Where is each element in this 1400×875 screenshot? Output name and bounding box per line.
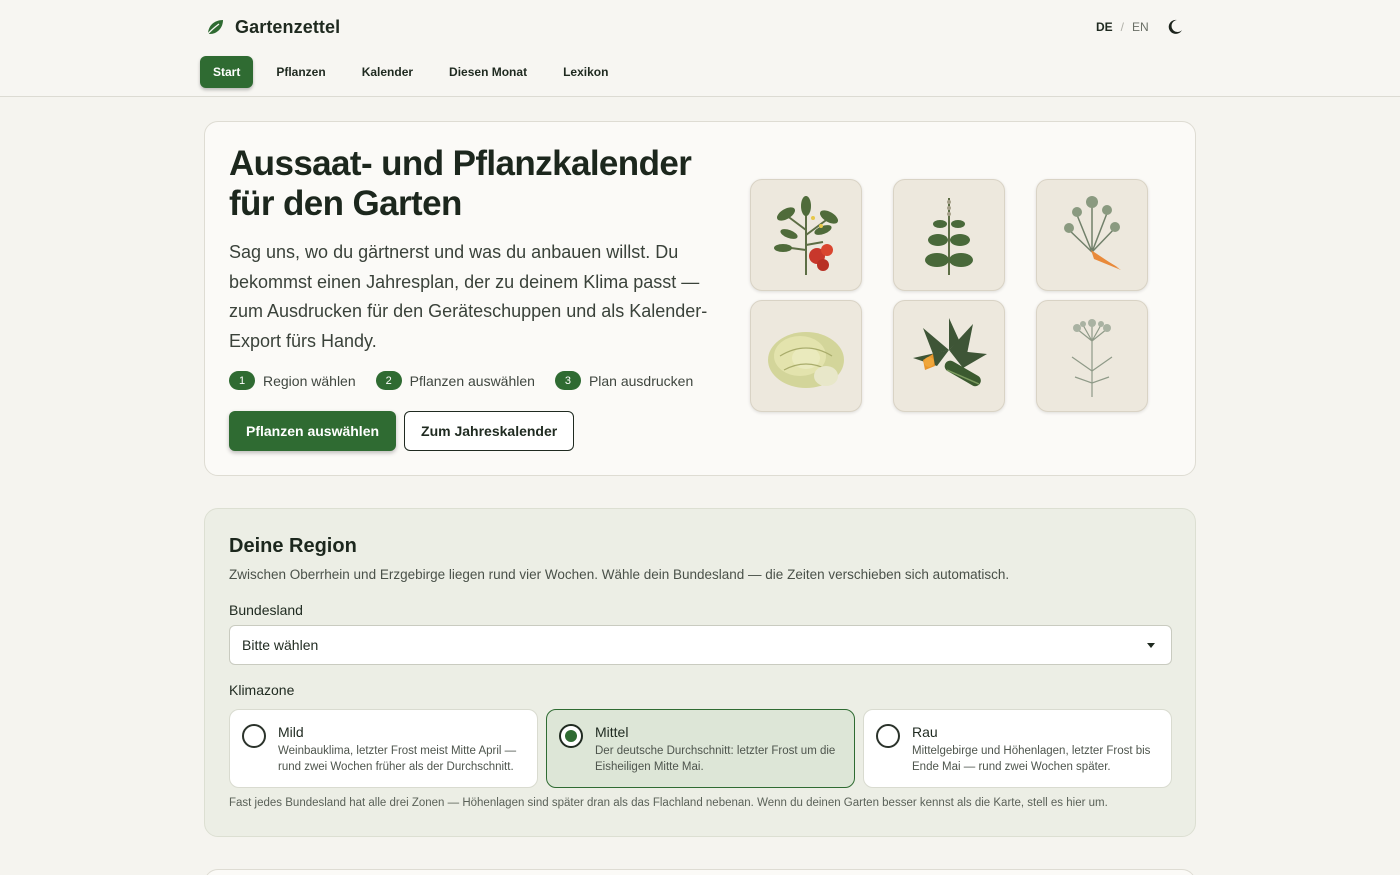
top-bar: Gartenzettel DE / EN Start Pflanzen Kale…: [0, 0, 1400, 97]
zone-option-mild[interactable]: Mild Weinbauklima, letzter Frost meist M…: [229, 709, 538, 788]
carrot-illustration: [1036, 179, 1148, 291]
zone-description: Mittelgebirge und Höhenlagen, letzter Fr…: [912, 745, 1151, 773]
step-number: 2: [375, 371, 402, 390]
zone-option-rau[interactable]: Rau Mittelgebirge und Höhenlagen, letzte…: [863, 709, 1172, 788]
lettuce-illustration: [750, 300, 862, 412]
nav-diesen-monat[interactable]: Diesen Monat: [436, 56, 540, 88]
basil-illustration: [893, 179, 1005, 291]
zucchini-plant-icon: [913, 318, 987, 387]
state-select[interactable]: Bitte wählen: [229, 625, 1172, 665]
zone-option-mittel[interactable]: Mittel Der deutsche Durchschnitt: letzte…: [546, 709, 855, 788]
carrot-plant-icon: [1064, 196, 1121, 270]
chevron-down-icon: [1147, 643, 1155, 648]
region-description: Zwischen Oberrhein und Erzgebirge liegen…: [229, 567, 1010, 582]
lang-separator: /: [1120, 20, 1125, 34]
leaf-icon: [206, 20, 223, 36]
brand-name: Gartenzettel: [235, 16, 341, 37]
dill-plant-icon: [1071, 319, 1113, 397]
year-calendar-button[interactable]: Zum Jahreskalender: [404, 411, 575, 451]
tomato-plant-icon: [774, 196, 839, 275]
radio-button-selected[interactable]: [559, 724, 583, 748]
zone-description: Weinbauklima, letzter Frost meist Mitte …: [278, 745, 517, 773]
basil-plant-icon: [925, 198, 973, 275]
step-2: 2 Pflanzen auswählen: [375, 371, 535, 390]
zone-title: Mittel: [595, 724, 629, 740]
zone-description: Der deutsche Durchschnitt: letzter Frost…: [595, 745, 836, 773]
main-nav: Start Pflanzen Kalender Diesen Monat Lex…: [200, 56, 621, 88]
lang-en[interactable]: EN: [1132, 20, 1149, 34]
step-label: Region wählen: [263, 372, 356, 389]
dill-illustration: [1036, 300, 1148, 412]
brand[interactable]: Gartenzettel: [205, 16, 340, 38]
lang-de[interactable]: DE: [1096, 20, 1113, 34]
step-number: 3: [554, 371, 581, 390]
climate-zone-options: Mild Weinbauklima, letzter Frost meist M…: [229, 709, 1172, 788]
region-card: Deine Region Zwischen Oberrhein und Erzg…: [204, 508, 1196, 837]
state-label: Bundesland: [229, 602, 303, 618]
region-title: Deine Region: [229, 535, 357, 557]
step-1: 1 Region wählen: [229, 371, 356, 390]
zone-title: Rau: [912, 724, 938, 740]
lettuce-icon: [768, 332, 844, 388]
nav-pflanzen[interactable]: Pflanzen: [263, 56, 338, 88]
select-plants-button[interactable]: Pflanzen auswählen: [229, 411, 397, 451]
nav-start[interactable]: Start: [200, 56, 254, 88]
hero-card: Aussaat- und Pflanzkalender für den Gart…: [204, 121, 1196, 476]
language-switcher: DE / EN: [1096, 20, 1149, 34]
hero-actions: Pflanzen auswählen Zum Jahreskalender: [229, 411, 575, 451]
moon-icon[interactable]: [1166, 18, 1184, 36]
page-title: Aussaat- und Pflanzkalender für den Gart…: [229, 144, 692, 223]
steps: 1 Region wählen 2 Pflanzen auswählen 3 P…: [229, 371, 693, 390]
step-label: Plan ausdrucken: [588, 372, 694, 389]
state-select-value: Bitte wählen: [242, 637, 319, 653]
hero-lead: Sag uns, wo du gärtnerst und was du anba…: [229, 242, 708, 351]
zone-hint: Fast jedes Bundesland hat alle drei Zone…: [229, 797, 1108, 809]
next-section-card: [204, 869, 1196, 875]
climate-zone-label: Klimazone: [229, 682, 295, 698]
zone-title: Mild: [278, 724, 304, 740]
tomato-illustration: [750, 179, 862, 291]
step-number: 1: [229, 371, 255, 390]
nav-lexikon[interactable]: Lexikon: [550, 56, 621, 88]
step-label: Pflanzen auswählen: [409, 372, 535, 389]
radio-button[interactable]: [242, 724, 266, 748]
step-3: 3 Plan ausdrucken: [554, 371, 694, 390]
nav-kalender[interactable]: Kalender: [349, 56, 426, 88]
radio-button[interactable]: [876, 724, 900, 748]
zucchini-illustration: [893, 300, 1005, 412]
